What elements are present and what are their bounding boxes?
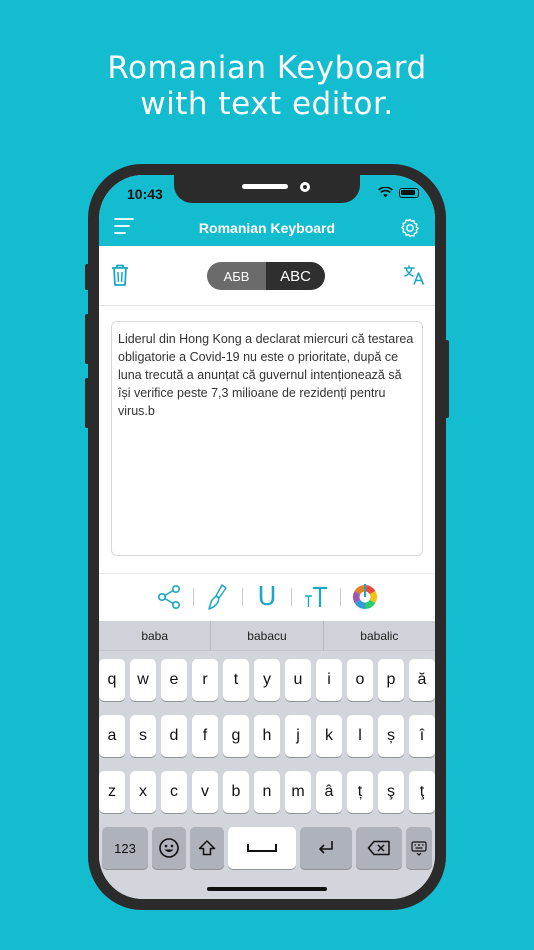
suggestion-bar: baba babacu babalic [99, 621, 435, 651]
key[interactable]: t [223, 659, 249, 701]
key[interactable]: c [161, 771, 187, 813]
home-indicator [207, 887, 327, 891]
mute-switch [85, 264, 89, 290]
wifi-icon [378, 187, 393, 198]
translate-icon[interactable] [403, 264, 425, 286]
segment-cyrillic[interactable]: АБВ [207, 262, 266, 290]
key[interactable]: z [99, 771, 125, 813]
key[interactable]: e [161, 659, 187, 701]
divider [193, 587, 194, 606]
notch [174, 175, 360, 203]
backspace-icon [367, 840, 390, 856]
volume-up-button [85, 314, 89, 364]
alphabet-toggle[interactable]: АБВ ABC [207, 262, 325, 290]
key[interactable]: b [223, 771, 249, 813]
key[interactable]: y [254, 659, 280, 701]
keyboard-icon [411, 841, 427, 856]
gear-icon[interactable] [399, 217, 421, 239]
key[interactable]: o [347, 659, 373, 701]
key[interactable]: i [316, 659, 342, 701]
key-row-bottom: 123 [102, 827, 432, 869]
suggestion-2[interactable]: babacu [211, 621, 324, 650]
app-header: 10:43 Romanian Keyboard [99, 175, 435, 246]
divider [242, 587, 243, 606]
key[interactable]: ș [378, 715, 404, 757]
promo-headline: Romanian Keyboard with text editor. [0, 50, 534, 122]
backspace-key[interactable] [356, 827, 402, 869]
editor-toolbar: АБВ ABC [99, 246, 435, 306]
nav-title: Romanian Keyboard [198, 220, 336, 236]
trash-icon[interactable] [109, 263, 131, 287]
key[interactable]: p [378, 659, 404, 701]
key[interactable]: w [130, 659, 156, 701]
key[interactable]: â [316, 771, 342, 813]
power-button [445, 340, 449, 418]
key[interactable]: ț [347, 771, 373, 813]
key[interactable]: u [285, 659, 311, 701]
color-palette-icon [352, 583, 378, 609]
brush-icon [208, 583, 227, 610]
space-key[interactable] [228, 827, 296, 869]
segment-latin[interactable]: ABC [266, 262, 325, 290]
headline-line-2: with text editor. [140, 86, 394, 122]
key[interactable]: m [285, 771, 311, 813]
text-size-icon [305, 586, 327, 607]
key-row-1: q w e r t y u i o p ă [99, 659, 435, 701]
share-button[interactable] [154, 582, 184, 612]
key[interactable]: s [130, 715, 156, 757]
key[interactable]: î [409, 715, 435, 757]
speaker [242, 184, 288, 189]
suggestion-1[interactable]: baba [99, 621, 212, 650]
keyboard-dismiss-key[interactable] [406, 827, 432, 869]
key[interactable]: g [223, 715, 249, 757]
numbers-key[interactable]: 123 [102, 827, 148, 869]
key-row-3: z x c v b n m â ț ş ţ [99, 771, 435, 813]
suggestion-3[interactable]: babalic [324, 621, 435, 650]
key[interactable]: f [192, 715, 218, 757]
divider [340, 587, 341, 606]
key[interactable]: d [161, 715, 187, 757]
battery-icon [399, 187, 419, 198]
phone-frame: 10:43 Romanian Keyboard АБВ ABC Liderul … [85, 164, 449, 910]
underline-icon: U [257, 581, 277, 612]
text-size-button[interactable] [301, 582, 331, 612]
format-actions-bar: U [99, 573, 435, 619]
underline-button[interactable]: U [252, 582, 282, 612]
emoji-icon [159, 838, 179, 858]
space-icon [247, 844, 277, 852]
status-time: 10:43 [127, 186, 163, 202]
volume-down-button [85, 378, 89, 428]
shift-key[interactable] [190, 827, 224, 869]
key[interactable]: ţ [409, 771, 435, 813]
phone-screen: 10:43 Romanian Keyboard АБВ ABC Liderul … [99, 175, 435, 899]
front-camera [300, 182, 310, 192]
key[interactable]: x [130, 771, 156, 813]
key[interactable]: h [254, 715, 280, 757]
text-editor[interactable]: Liderul din Hong Kong a declarat miercur… [111, 321, 423, 556]
key[interactable]: ş [378, 771, 404, 813]
key[interactable]: r [192, 659, 218, 701]
key[interactable]: j [285, 715, 311, 757]
key[interactable]: n [254, 771, 280, 813]
return-icon [319, 841, 333, 854]
shift-icon [198, 840, 216, 856]
key[interactable]: v [192, 771, 218, 813]
divider [291, 587, 292, 606]
editor-text[interactable]: Liderul din Hong Kong a declarat miercur… [118, 330, 416, 420]
headline-line-1: Romanian Keyboard [107, 50, 427, 86]
key[interactable]: l [347, 715, 373, 757]
key-row-2: a s d f g h j k l ș î [99, 715, 435, 757]
status-icons [378, 187, 419, 198]
key[interactable]: k [316, 715, 342, 757]
color-palette-button[interactable] [350, 582, 380, 612]
key[interactable]: ă [409, 659, 435, 701]
key[interactable]: a [99, 715, 125, 757]
return-key[interactable] [300, 827, 352, 869]
emoji-key[interactable] [152, 827, 186, 869]
keyboard: baba babacu babalic q w e r t y u i o p … [99, 621, 435, 899]
share-icon [157, 584, 180, 609]
key[interactable]: q [99, 659, 125, 701]
brush-button[interactable] [203, 582, 233, 612]
